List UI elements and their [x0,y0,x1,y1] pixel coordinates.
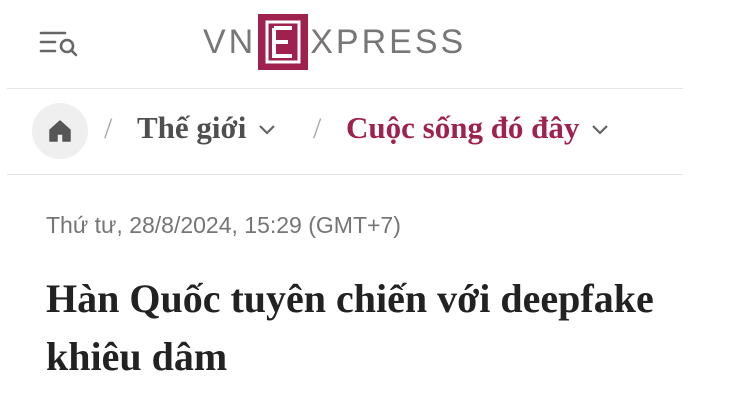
breadcrumb-divider [7,174,683,175]
article-title[interactable]: Hàn Quốc tuyên chiến với deepfake khiêu … [46,270,686,386]
breadcrumb-item-the-gioi[interactable]: Thế giới [137,110,276,146]
logo-e-box: E [258,14,309,70]
menu-search-icon [39,31,78,57]
logo-text-left: VN [203,22,257,61]
home-icon [49,120,71,142]
menu-search-button[interactable] [34,26,84,60]
breadcrumb-separator: / [313,112,322,145]
breadcrumb-item-cuoc-song-do-day[interactable]: Cuộc sống đó đây [346,110,609,146]
chevron-down-icon [259,125,276,135]
breadcrumb-separator: / [104,112,113,145]
logo-text-right: XPRESS [310,22,467,61]
breadcrumb-item-label: Thế giới [137,110,247,145]
top-header: VN E XPRESS [0,0,733,88]
vnexpress-logo[interactable]: VN E XPRESS [203,14,466,70]
article-date: Thứ tư, 28/8/2024, 15:29 (GMT+7) [46,212,401,238]
home-button[interactable] [32,103,88,159]
breadcrumb: / Thế giới / Cuộc sống đó đây [0,90,733,174]
chevron-down-icon [592,125,609,135]
header-divider [7,88,683,89]
breadcrumb-item-label: Cuộc sống đó đây [346,110,580,145]
